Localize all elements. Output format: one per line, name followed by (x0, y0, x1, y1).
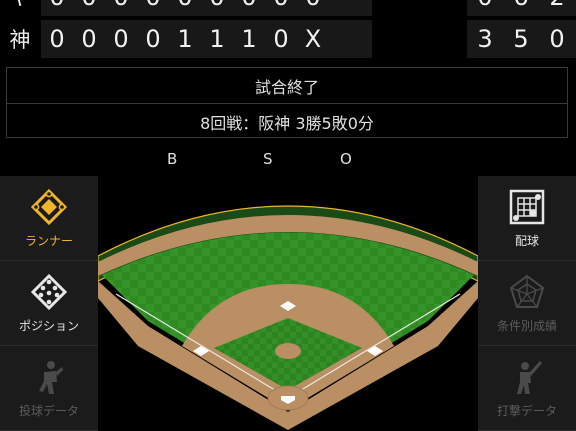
scoreboard-row-visitor: ヤ 0 0 0 0 0 0 0 0 0 0 6 2 (0, 0, 576, 16)
total-runs: 0 (467, 0, 503, 16)
inning-score: 0 (273, 25, 289, 53)
inning-score: 0 (49, 25, 65, 53)
runner-diamond-icon (30, 188, 68, 225)
inning-scores-visitor: 0 0 0 0 0 0 0 0 0 (41, 0, 372, 16)
batter-icon (517, 360, 542, 394)
baseball-field (98, 205, 478, 430)
menu-split-stats-label: 条件別成績 (496, 318, 557, 333)
inning-score: 0 (265, 0, 297, 16)
inning-score: 0 (201, 0, 233, 16)
menu-batting-data-label: 打撃データ (496, 403, 557, 418)
totals-home: 3 5 0 (467, 20, 576, 58)
inning-score: 0 (297, 0, 329, 16)
inning-score: 1 (241, 25, 257, 53)
inning-score: 0 (169, 0, 201, 16)
strike-zone-grid-icon (509, 189, 545, 224)
total-hits: 6 (503, 0, 539, 16)
pitchers-mound (275, 343, 301, 359)
right-menu: 配球 条件別成績 打撃データ (478, 176, 576, 431)
out-count-label: O (340, 150, 352, 168)
inning-score: 0 (145, 25, 161, 53)
series-info-text: 8回戦：阪神 3勝5敗0分 (7, 103, 567, 139)
menu-runner-label: ランナー (24, 233, 73, 248)
inning-score: 0 (41, 0, 73, 16)
menu-position-button[interactable]: ポジション (0, 261, 98, 346)
menu-runner-button[interactable]: ランナー (0, 176, 98, 261)
inning-score: 0 (233, 0, 265, 16)
total-hits: 5 (513, 25, 529, 53)
menu-split-stats-button[interactable]: 条件別成績 (478, 261, 576, 346)
menu-pitching-data-button[interactable]: 投球データ (0, 346, 98, 431)
total-errors: 0 (549, 25, 565, 53)
menu-pitch-location-button[interactable]: 配球 (478, 176, 576, 261)
inning-score: 0 (81, 25, 97, 53)
inning-score: X (304, 25, 322, 53)
menu-pitching-data-label: 投球データ (18, 403, 79, 418)
scoreboard-row-home: 神 0 0 0 0 1 1 1 0 X 3 5 0 (0, 20, 576, 58)
inning-score: 0 (137, 0, 169, 16)
position-diamond-icon (30, 273, 68, 310)
inning-score: 1 (177, 25, 193, 53)
inning-score: 0 (105, 0, 137, 16)
pitcher-icon (39, 360, 63, 394)
team-abbr-home: 神 (9, 28, 31, 52)
totals-visitor: 0 6 2 (467, 0, 576, 16)
inning-score: 0 (73, 0, 105, 16)
strike-count-label: S (263, 150, 273, 168)
total-runs: 3 (477, 25, 493, 53)
game-state-text: 試合終了 (254, 77, 319, 97)
menu-pitch-location-label: 配球 (514, 233, 539, 248)
left-menu: ランナー ポジション 投球データ (0, 176, 98, 431)
inning-score: 0 (113, 25, 129, 53)
inning-score: 1 (209, 25, 225, 53)
game-status-box: 試合終了 8回戦：阪神 3勝5敗0分 (6, 67, 568, 138)
ball-count-label: B (167, 150, 178, 168)
total-errors: 2 (539, 0, 575, 16)
radar-chart-icon (509, 274, 545, 308)
team-abbr-visitor: ヤ (0, 0, 40, 16)
inning-scores-home: 0 0 0 0 1 1 1 0 X (41, 20, 372, 58)
menu-position-label: ポジション (18, 318, 79, 333)
menu-batting-data-button[interactable]: 打撃データ (478, 346, 576, 431)
